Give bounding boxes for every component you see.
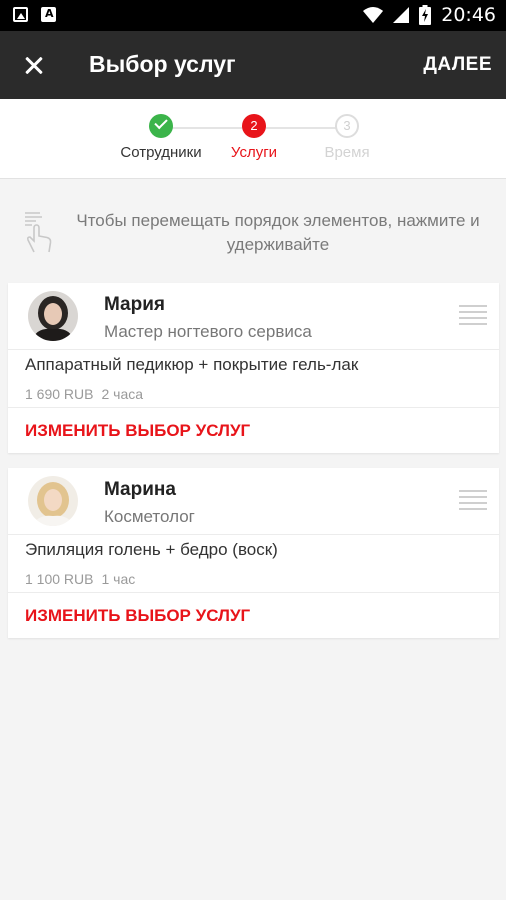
service-duration: 2 часа	[101, 386, 144, 402]
reorder-hint: Чтобы перемещать порядок элементов, нажм…	[0, 205, 506, 265]
signal-icon	[393, 7, 410, 23]
hint-text: Чтобы перемещать порядок элементов, нажм…	[76, 211, 480, 254]
next-button[interactable]: ДАЛЕЕ	[423, 54, 492, 76]
employee-role: Мастер ногтевого сервиса	[104, 322, 312, 341]
step-time: 3 Время	[292, 114, 402, 161]
employee-role: Косметолог	[104, 507, 195, 526]
page-title: Выбор услуг	[89, 51, 236, 77]
service-card: Марина Косметолог Эпиляция голень + бедр…	[8, 468, 499, 638]
divider	[8, 534, 499, 535]
employee-name: Марина	[104, 479, 176, 500]
service-name: Аппаратный педикюр + покрытие гель-лак	[25, 355, 359, 374]
service-card: Мария Мастер ногтевого сервиса Аппаратны…	[8, 283, 499, 453]
service-duration: 1 час	[101, 571, 136, 587]
app-notification-icon: A	[41, 7, 56, 22]
divider	[8, 407, 499, 408]
divider	[8, 349, 499, 350]
service-name: Эпиляция голень + бедро (воск)	[25, 540, 278, 559]
stepper: Сотрудники 2 Услуги 3 Время	[0, 99, 506, 179]
service-price: 1 100 RUB	[25, 571, 94, 587]
avatar	[28, 476, 78, 526]
step-number: 2	[242, 114, 266, 138]
check-icon	[149, 114, 173, 138]
app-bar: Выбор услуг ДАЛЕЕ	[0, 31, 506, 99]
touch-hold-icon	[25, 212, 52, 253]
change-services-button[interactable]: ИЗМЕНИТЬ ВЫБОР УСЛУГ	[25, 421, 250, 441]
close-icon[interactable]	[14, 45, 54, 85]
battery-charging-icon	[419, 5, 432, 25]
service-meta: 1 100 RUB 1 час	[25, 571, 135, 587]
divider	[8, 592, 499, 593]
step-number: 3	[335, 114, 359, 138]
service-meta: 1 690 RUB 2 часа	[25, 386, 143, 402]
drag-handle-icon[interactable]	[459, 305, 487, 327]
change-services-button[interactable]: ИЗМЕНИТЬ ВЫБОР УСЛУГ	[25, 606, 250, 626]
avatar	[28, 291, 78, 341]
wifi-icon	[363, 7, 384, 23]
gallery-notification-icon	[13, 7, 28, 22]
drag-handle-icon[interactable]	[459, 490, 487, 512]
step-label: Время	[324, 144, 370, 161]
status-bar: A 20:46	[0, 0, 506, 31]
clock: 20:46	[441, 4, 496, 26]
employee-name: Мария	[104, 294, 165, 315]
service-price: 1 690 RUB	[25, 386, 94, 402]
